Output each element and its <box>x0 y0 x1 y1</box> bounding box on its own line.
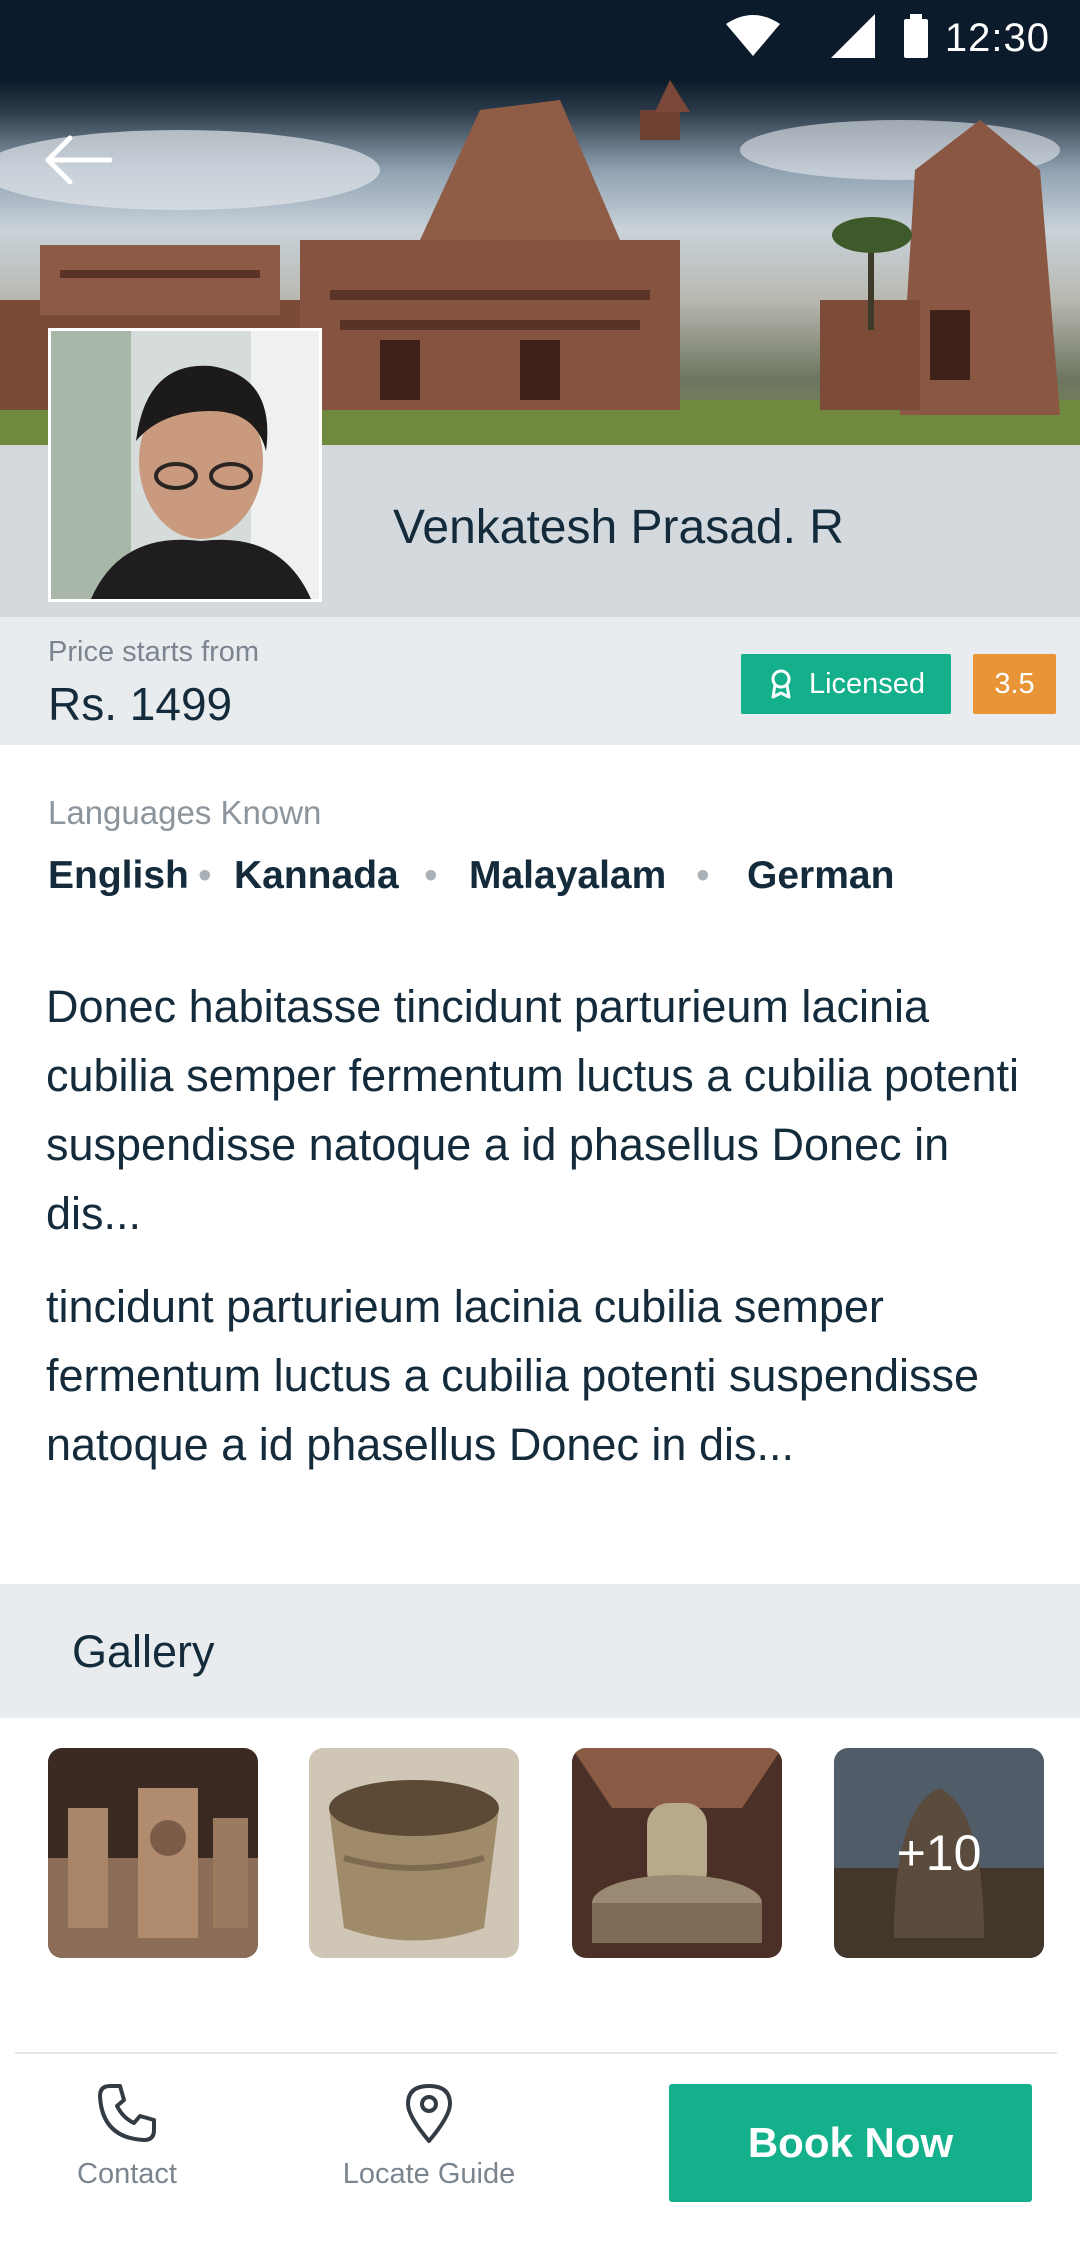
avatar <box>48 328 322 602</box>
more-count-label: +10 <box>896 1825 982 1881</box>
gallery-thumbnail[interactable] <box>48 1748 258 1958</box>
separator-dot: • <box>424 854 438 897</box>
book-now-button[interactable]: Book Now <box>669 2084 1032 2202</box>
separator-dot: • <box>198 854 212 897</box>
language-item: German <box>747 854 895 897</box>
gallery-thumbnail[interactable] <box>572 1748 782 1958</box>
description-paragraph: tincidunt parturieum lacinia cubilia sem… <box>46 1281 980 1470</box>
locate-guide-label: Locate Guide <box>342 2158 516 2190</box>
status-bar: 12:30 <box>0 0 1080 78</box>
licensed-badge: Licensed <box>741 654 951 714</box>
language-item: Malayalam <box>469 854 667 897</box>
price-value: Rs. 1499 <box>48 678 233 730</box>
licensed-label: Licensed <box>808 667 926 700</box>
locate-guide-button[interactable]: Locate Guide <box>314 2082 544 2191</box>
certificate-icon <box>771 669 791 699</box>
language-item: English <box>48 854 189 897</box>
language-item: Kannada <box>234 854 399 897</box>
wifi-icon <box>726 15 780 56</box>
signal-icon <box>831 14 875 58</box>
gallery-thumbnail[interactable] <box>309 1748 519 1958</box>
bottom-divider <box>15 2052 1057 2054</box>
gallery-thumbnail-more[interactable]: +10 <box>834 1748 1044 1958</box>
guide-name: Venkatesh Prasad. R <box>393 501 844 554</box>
separator-dot: • <box>696 854 710 897</box>
phone-icon <box>98 2084 156 2142</box>
battery-icon <box>904 14 928 58</box>
gallery-title: Gallery <box>72 1626 215 1677</box>
status-time: 12:30 <box>944 16 1050 60</box>
contact-button[interactable]: Contact <box>12 2082 242 2191</box>
price-label: Price starts from <box>48 636 260 668</box>
rating-badge: 3.5 <box>973 654 1056 714</box>
contact-label: Contact <box>77 2158 177 2190</box>
location-pin-icon <box>406 2084 452 2143</box>
back-arrow-icon[interactable] <box>40 130 120 190</box>
languages-label: Languages Known <box>48 794 322 831</box>
description-paragraph: Donec habitasse tincidunt parturieum lac… <box>46 981 1019 1239</box>
